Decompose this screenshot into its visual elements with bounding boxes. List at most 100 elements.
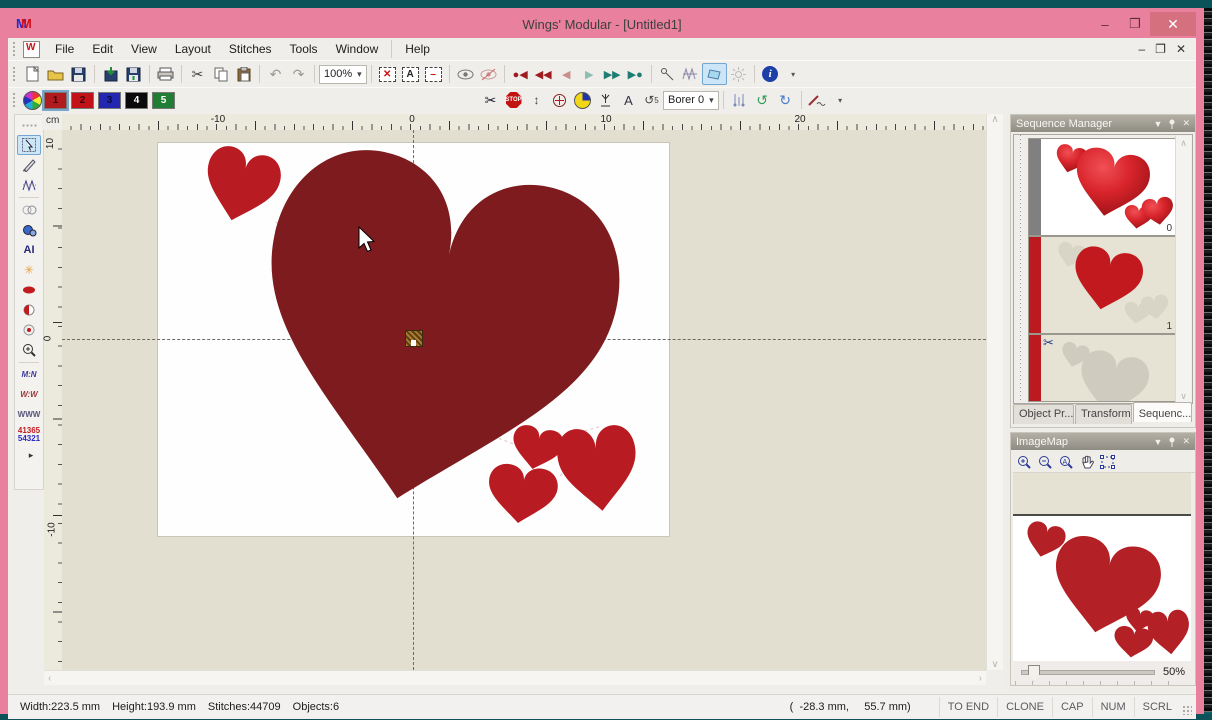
text-tool[interactable]: AI [17, 240, 41, 260]
imagemap-preview[interactable] [1013, 473, 1191, 661]
design-canvas[interactable] [62, 130, 986, 670]
stitch-density-button[interactable] [679, 64, 702, 84]
thread-color-5[interactable]: 5 [152, 91, 175, 109]
mdi-restore-button[interactable]: ❐ [1155, 42, 1166, 56]
vertical-scrollbar[interactable]: ∧ ∨ [986, 114, 1003, 670]
freehand-stitch-button[interactable] [806, 90, 829, 110]
minimize-button[interactable]: – [1090, 12, 1120, 36]
scroll-left-icon[interactable]: ‹ [48, 673, 51, 684]
panel-close-icon[interactable]: ✕ [1182, 118, 1190, 129]
design-info-button[interactable]: i [759, 64, 782, 84]
scroll-down-icon[interactable]: ∨ [991, 659, 998, 670]
needle-bars-button[interactable] [728, 90, 751, 110]
thread-color-4[interactable]: 4 [125, 91, 148, 109]
origin-point-button[interactable] [548, 90, 571, 110]
tab-object-properties[interactable]: Object Pr... [1013, 404, 1074, 424]
menu-window[interactable]: Window [327, 39, 388, 59]
mdi-minimize-button[interactable]: – [1138, 42, 1145, 56]
thread-color-1[interactable]: 1 [42, 89, 69, 111]
needle-point-button[interactable] [594, 90, 617, 110]
sequence-item-0[interactable]: 0 [1028, 138, 1176, 236]
step-back-button[interactable]: ◀ [555, 64, 578, 84]
panel-menu-icon[interactable]: ▼ [1154, 119, 1163, 129]
save-button[interactable] [67, 64, 90, 84]
delete-object-button[interactable]: ✕ [376, 64, 399, 84]
measure-tool-button[interactable] [656, 64, 679, 84]
stitch-mn-tool[interactable]: M:N [17, 365, 41, 385]
export-design-button[interactable] [122, 64, 145, 84]
stop-command-button[interactable]: STOP [502, 90, 525, 110]
menu-view[interactable]: View [122, 39, 166, 59]
stitch-ww-tool[interactable]: W:W [17, 385, 41, 405]
trim-command-button[interactable]: ✂ [479, 90, 502, 110]
lettering-button[interactable]: A [617, 90, 640, 110]
print-button[interactable] [154, 64, 177, 84]
copy-button[interactable] [209, 64, 232, 84]
paste-button[interactable] [232, 64, 255, 84]
menu-stitches[interactable]: Stitches [220, 39, 281, 59]
needle-updown-button[interactable]: ↕ [525, 90, 548, 110]
zoom-out-icon[interactable] [1038, 455, 1053, 470]
panel-menu-icon[interactable]: ▼ [1154, 437, 1163, 447]
sequence-item-2[interactable]: ✂ [1028, 334, 1176, 402]
select-tool[interactable] [17, 135, 41, 155]
stitch-www-tool[interactable]: WWW [17, 405, 41, 425]
toolbar-grip[interactable] [12, 66, 17, 82]
scroll-up-icon[interactable]: ∧ [991, 114, 998, 125]
go-to-start-button[interactable]: ●◀ [509, 64, 532, 84]
import-design-button[interactable] [99, 64, 122, 84]
toolbar-options-button[interactable]: ▾ [829, 90, 852, 110]
maximize-button[interactable]: ❒ [1120, 12, 1150, 36]
menu-layout[interactable]: Layout [166, 39, 220, 59]
fabric-view-toggle[interactable] [701, 63, 727, 85]
pin-icon[interactable] [1168, 119, 1176, 129]
zoom-level-combo[interactable]: 100% ▾ [319, 64, 367, 84]
toolbar-grip[interactable] [12, 92, 17, 108]
step-forward-button[interactable]: ▶ [578, 64, 601, 84]
borer-combo[interactable]: Borer 0 ▾ [663, 90, 719, 110]
mdi-close-button[interactable]: ✕ [1176, 42, 1186, 56]
open-file-button[interactable] [44, 64, 67, 84]
menu-file[interactable]: File [46, 39, 83, 59]
scroll-up-icon[interactable]: ∧ [1180, 138, 1187, 149]
horizontal-scrollbar[interactable]: ‹ › [44, 670, 986, 685]
pan-hand-icon[interactable] [1080, 455, 1094, 470]
autodigitize-tool[interactable] [17, 220, 41, 240]
edit-nodes-tool[interactable] [17, 155, 41, 175]
cut-button[interactable]: ✂ [186, 64, 209, 84]
rotate-right-button[interactable]: ↻ [774, 90, 797, 110]
tab-transform[interactable]: Transform [1074, 404, 1132, 424]
go-to-end-button[interactable]: ▶● [624, 64, 647, 84]
satin-stitch-tool[interactable] [17, 280, 41, 300]
tab-sequence[interactable]: Sequenc... [1132, 402, 1192, 422]
pin-icon[interactable] [1168, 437, 1176, 447]
redo-button[interactable]: ↷ [287, 64, 310, 84]
toolbar-options-button[interactable]: ▾ [782, 64, 805, 84]
fill-stitch-tool[interactable] [17, 300, 41, 320]
scroll-right-icon[interactable]: › [979, 673, 982, 684]
thread-color-2[interactable]: 2 [71, 91, 94, 109]
slow-redraw-button[interactable]: ↺ 5 [640, 90, 663, 110]
menu-help[interactable]: Help [396, 39, 439, 59]
palette-grip[interactable] [21, 123, 37, 129]
select-all-button[interactable]: A [399, 64, 422, 84]
color-wheel-button[interactable] [21, 90, 44, 110]
shapes-tool[interactable] [17, 200, 41, 220]
palette-expand-button[interactable]: ▸ [19, 445, 43, 465]
undo-button[interactable]: ↶ [264, 64, 287, 84]
show-object-button[interactable] [454, 64, 477, 84]
hide-object-button[interactable] [477, 64, 500, 84]
slider-thumb[interactable] [1028, 664, 1040, 681]
frame-select-icon[interactable] [1100, 455, 1115, 469]
digitize-tool[interactable] [17, 175, 41, 195]
zoom-actual-icon[interactable]: A [1059, 455, 1074, 470]
menu-edit[interactable]: Edit [83, 39, 122, 59]
scroll-down-icon[interactable]: ∨ [1180, 391, 1187, 402]
sequence-item-1[interactable]: 1 [1028, 236, 1176, 334]
rotate-left-button[interactable]: ↺ [751, 90, 774, 110]
menu-tools[interactable]: Tools [281, 39, 327, 59]
slider-track[interactable] [1021, 664, 1155, 681]
machine-function-button[interactable] [571, 90, 594, 110]
zoom-in-icon[interactable] [1017, 455, 1032, 470]
new-file-button[interactable] [21, 64, 44, 84]
